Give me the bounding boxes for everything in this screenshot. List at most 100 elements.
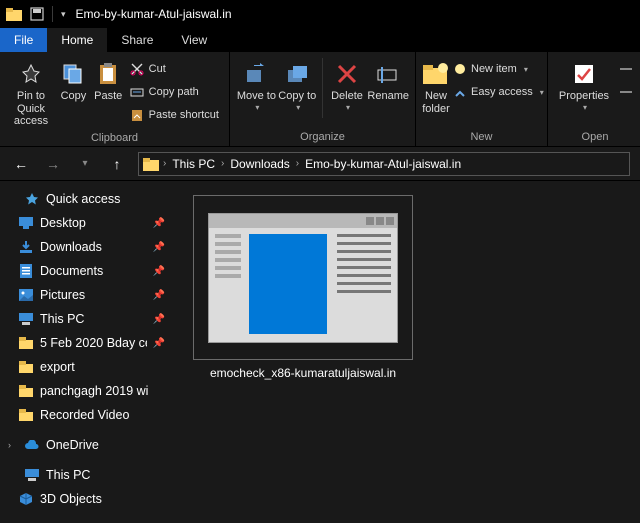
- folder-icon: [18, 359, 34, 375]
- tab-file[interactable]: File: [0, 28, 47, 52]
- sidebar-item-documents[interactable]: Documents📌: [0, 259, 175, 283]
- ribbon-tabs: File Home Share View: [0, 28, 640, 52]
- pin-label: Pin to Quick access: [3, 90, 59, 128]
- separator: [52, 6, 53, 22]
- crumb-thispc[interactable]: This PC: [168, 157, 219, 171]
- pin-icon: 📌: [153, 242, 165, 253]
- paste-label: Paste: [94, 90, 122, 103]
- save-qat-icon[interactable]: [30, 7, 44, 21]
- properties-button[interactable]: Properties▾: [554, 56, 614, 114]
- cut-icon: [130, 62, 144, 76]
- back-button[interactable]: ←: [10, 153, 32, 175]
- pictures-icon: [18, 287, 34, 303]
- file-thumbnail: [193, 195, 413, 360]
- copy-path-icon: [130, 85, 144, 99]
- copy-label: Copy: [61, 90, 87, 103]
- expand-icon: ›: [8, 440, 18, 450]
- folder-icon: [18, 383, 34, 399]
- open-extra-2[interactable]: [616, 81, 636, 103]
- paste-shortcut-icon: [130, 108, 144, 122]
- ribbon: Pin to Quick access Copy Paste Cut: [0, 52, 640, 147]
- dash-icon: [620, 91, 632, 93]
- address-bar[interactable]: › This PC › Downloads › Emo-by-kumar-Atu…: [138, 152, 630, 176]
- rename-button[interactable]: Rename: [367, 56, 409, 105]
- sidebar-item-folder[interactable]: 5 Feb 2020 Bday cel📌: [0, 331, 175, 355]
- tab-view[interactable]: View: [167, 28, 221, 52]
- properties-icon: [570, 60, 598, 88]
- pc-icon: [18, 311, 34, 327]
- new-folder-button[interactable]: New folder: [422, 56, 450, 117]
- group-label-open: Open: [548, 129, 640, 146]
- paste-icon: [94, 60, 122, 88]
- tab-share[interactable]: Share: [107, 28, 167, 52]
- sidebar-item-folder[interactable]: panchgagh 2019 wi: [0, 379, 175, 403]
- pin-to-quick-access-button[interactable]: Pin to Quick access: [6, 56, 56, 130]
- tab-home[interactable]: Home: [47, 28, 107, 52]
- chevron-right-icon[interactable]: ›: [294, 158, 301, 169]
- group-label-clipboard: Clipboard: [0, 130, 229, 147]
- folder-icon: [18, 335, 34, 351]
- sidebar-item-folder[interactable]: Recorded Video: [0, 403, 175, 427]
- folder-icon: [6, 7, 22, 21]
- paste-shortcut-button[interactable]: Paste shortcut: [126, 104, 223, 126]
- forward-button[interactable]: →: [42, 153, 64, 175]
- move-to-icon: [242, 60, 270, 88]
- paste-shortcut-label: Paste shortcut: [149, 109, 219, 121]
- pin-icon: 📌: [153, 314, 165, 325]
- cut-button[interactable]: Cut: [126, 58, 223, 80]
- qat-customize-icon[interactable]: ▾: [61, 9, 66, 20]
- rename-icon: [374, 60, 402, 88]
- delete-button[interactable]: Delete▾: [327, 56, 368, 114]
- pc-icon: [24, 467, 40, 483]
- group-organize: Move to▾ Copy to▾ Delete▾ Rename Organiz…: [230, 52, 416, 146]
- title-bar: ▾ Emo-by-kumar-Atul-jaiswal.in: [0, 0, 640, 28]
- copy-button[interactable]: Copy: [56, 56, 91, 105]
- sidebar-quick-access[interactable]: Quick access: [0, 187, 175, 211]
- sidebar-item-3dobjects[interactable]: 3D Objects: [0, 487, 175, 511]
- new-item-button[interactable]: New item▾: [450, 58, 548, 80]
- sidebar-item-desktop[interactable]: Desktop📌: [0, 211, 175, 235]
- desktop-icon: [18, 215, 34, 231]
- paste-button[interactable]: Paste: [91, 56, 126, 105]
- sidebar-item-thispc[interactable]: This PC📌: [0, 307, 175, 331]
- star-icon: [24, 191, 40, 207]
- up-button[interactable]: ↑: [106, 153, 128, 175]
- pin-icon: 📌: [153, 266, 165, 277]
- file-list[interactable]: emocheck_x86-kumaratuljaiswal.in: [175, 181, 640, 523]
- copy-path-button[interactable]: Copy path: [126, 81, 223, 103]
- new-folder-icon: [422, 60, 450, 88]
- open-extra-1[interactable]: [616, 58, 636, 80]
- pin-icon: 📌: [153, 290, 165, 301]
- sidebar-thispc[interactable]: This PC: [0, 463, 175, 487]
- chevron-right-icon[interactable]: ›: [161, 158, 168, 169]
- crumb-downloads[interactable]: Downloads: [226, 157, 293, 171]
- move-to-button[interactable]: Move to▾: [236, 56, 277, 114]
- cloud-icon: [24, 437, 40, 453]
- group-clipboard: Pin to Quick access Copy Paste Cut: [0, 52, 230, 146]
- pin-icon: [17, 60, 45, 88]
- cut-label: Cut: [149, 63, 166, 75]
- dash-icon: [620, 68, 632, 70]
- chevron-right-icon[interactable]: ›: [219, 158, 226, 169]
- sidebar-item-downloads[interactable]: Downloads📌: [0, 235, 175, 259]
- file-name: emocheck_x86-kumaratuljaiswal.in: [210, 366, 396, 380]
- file-item[interactable]: emocheck_x86-kumaratuljaiswal.in: [193, 195, 413, 380]
- group-label-organize: Organize: [230, 129, 415, 146]
- recent-dropdown[interactable]: ▾: [74, 153, 96, 175]
- folder-icon: [18, 407, 34, 423]
- sidebar-item-pictures[interactable]: Pictures📌: [0, 283, 175, 307]
- copy-to-icon: [283, 60, 311, 88]
- window-title: Emo-by-kumar-Atul-jaiswal.in: [76, 7, 232, 21]
- easy-access-button[interactable]: Easy access▾: [450, 81, 548, 103]
- crumb-leaf[interactable]: Emo-by-kumar-Atul-jaiswal.in: [301, 157, 465, 171]
- copy-to-button[interactable]: Copy to▾: [277, 56, 318, 114]
- sidebar-item-folder[interactable]: export: [0, 355, 175, 379]
- group-label-new: New: [416, 129, 547, 146]
- documents-icon: [18, 263, 34, 279]
- main-area: Quick access Desktop📌 Downloads📌 Documen…: [0, 181, 640, 523]
- sidebar-onedrive[interactable]: › OneDrive: [0, 433, 175, 457]
- pin-icon: 📌: [153, 218, 165, 229]
- group-open: Properties▾ Open: [548, 52, 640, 146]
- group-new: New folder New item▾ Easy access▾ New: [416, 52, 548, 146]
- downloads-icon: [18, 239, 34, 255]
